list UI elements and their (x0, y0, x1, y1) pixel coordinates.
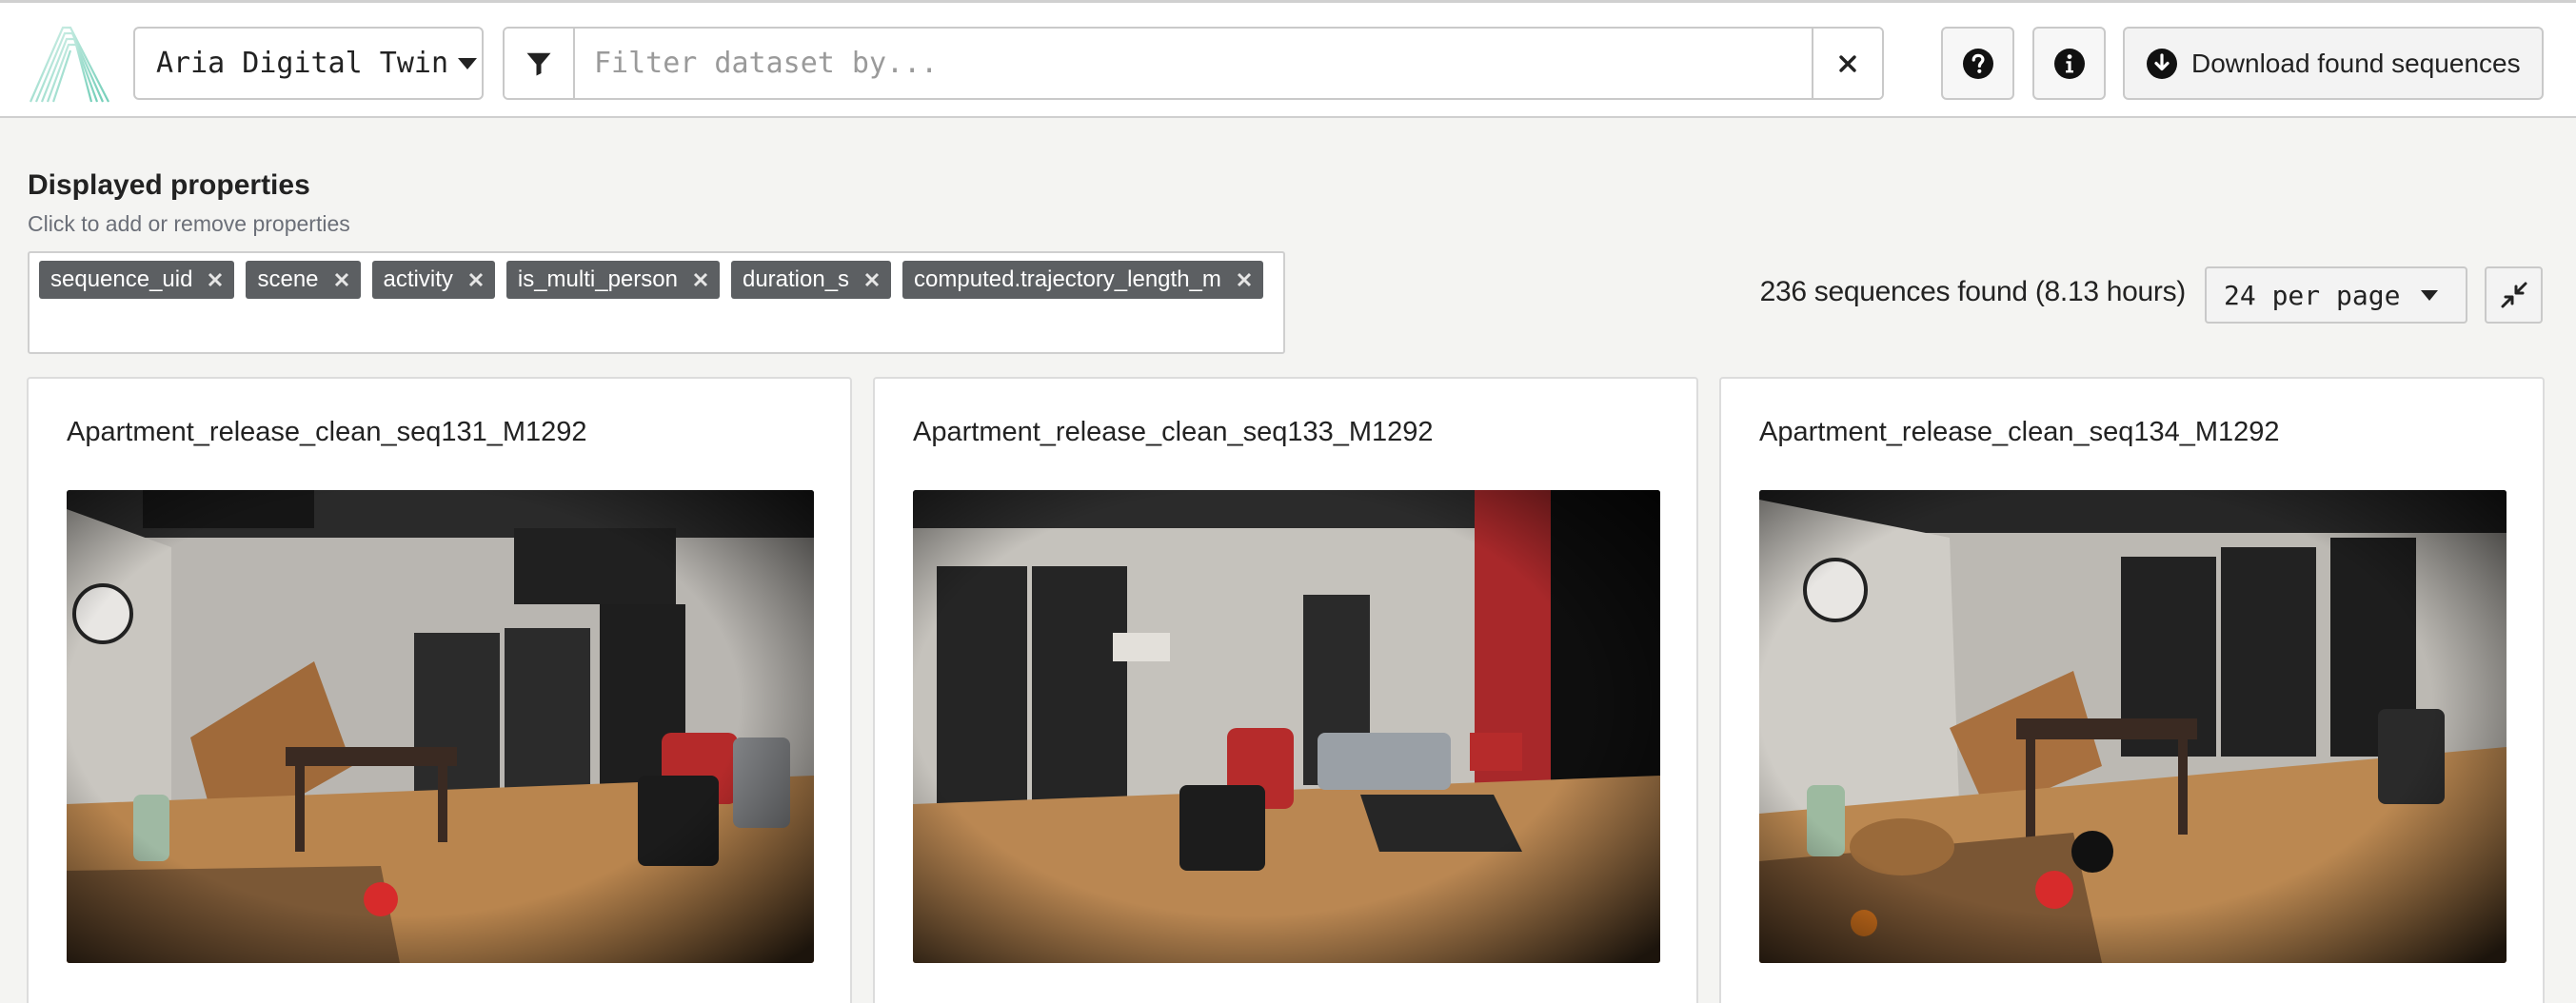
sequence-thumbnail (913, 490, 1660, 963)
properties-chip-box[interactable]: sequence_uid scene activity is_multi_per… (28, 251, 1285, 354)
chip-label: duration_s (742, 266, 850, 292)
chip-label: is_multi_person (517, 266, 678, 292)
property-chip-scene[interactable]: scene (246, 261, 361, 299)
info-button[interactable] (2032, 27, 2106, 100)
property-chip-duration-s[interactable]: duration_s (730, 261, 892, 299)
aria-logo-icon[interactable] (25, 24, 116, 104)
dataset-selector-value: Aria Digital Twin (156, 47, 449, 80)
sequence-card-title: Apartment_release_clean_seq133_M1292 (913, 417, 1434, 447)
chip-label: sequence_uid (50, 266, 193, 292)
caret-down-icon (2421, 289, 2439, 301)
property-chip-activity[interactable]: activity (371, 261, 495, 299)
sequence-card-title: Apartment_release_clean_seq134_M1292 (1759, 417, 2280, 447)
clear-filter-button[interactable] (1812, 29, 1882, 98)
sequence-card[interactable]: Apartment_release_clean_seq134_M1292 (1719, 377, 2545, 1003)
download-circle-icon (2146, 48, 2178, 80)
sequence-card[interactable]: Apartment_release_clean_seq131_M1292 (27, 377, 852, 1003)
remove-chip-icon[interactable] (864, 272, 880, 287)
sequences-found-count: 236 sequences found (8.13 hours) (1759, 276, 2187, 307)
per-page-value: 24 per page (2224, 279, 2401, 311)
info-circle-icon (2053, 48, 2085, 79)
filter-icon (505, 29, 575, 98)
close-icon (1839, 54, 1856, 72)
remove-chip-icon[interactable] (334, 272, 349, 287)
property-chip-trajectory-length[interactable]: computed.trajectory_length_m (902, 261, 1263, 299)
dataset-selector[interactable]: Aria Digital Twin (133, 27, 484, 100)
remove-chip-icon[interactable] (208, 272, 223, 287)
filter-bar (503, 27, 1884, 100)
download-found-sequences-button[interactable]: Download found sequences (2123, 27, 2544, 100)
collapse-arrows-icon (2501, 282, 2526, 308)
displayed-properties-subtitle: Click to add or remove properties (28, 211, 350, 236)
chip-label: computed.trajectory_length_m (914, 266, 1221, 292)
question-circle-icon (1962, 48, 1993, 79)
top-bar: Aria Digital Twin Dow (0, 0, 2576, 118)
filter-input[interactable] (575, 29, 1812, 98)
per-page-selector[interactable]: 24 per page (2205, 266, 2467, 324)
download-button-label: Download found sequences (2191, 48, 2521, 78)
property-chip-is-multi-person[interactable]: is_multi_person (505, 261, 720, 299)
remove-chip-icon[interactable] (468, 272, 484, 287)
chip-label: activity (383, 266, 453, 292)
remove-chip-icon[interactable] (1237, 272, 1252, 287)
property-chip-sequence-uid[interactable]: sequence_uid (39, 261, 235, 299)
caret-down-icon (458, 57, 478, 69)
sequence-thumbnail (67, 490, 814, 963)
sequence-card[interactable]: Apartment_release_clean_seq133_M1292 (873, 377, 1698, 1003)
collapse-view-button[interactable] (2485, 266, 2543, 324)
displayed-properties-title: Displayed properties (28, 169, 310, 201)
sequence-thumbnail (1759, 490, 2507, 963)
chip-label: scene (257, 266, 319, 292)
help-button[interactable] (1941, 27, 2014, 100)
sequence-card-title: Apartment_release_clean_seq131_M1292 (67, 417, 587, 447)
remove-chip-icon[interactable] (693, 272, 708, 287)
